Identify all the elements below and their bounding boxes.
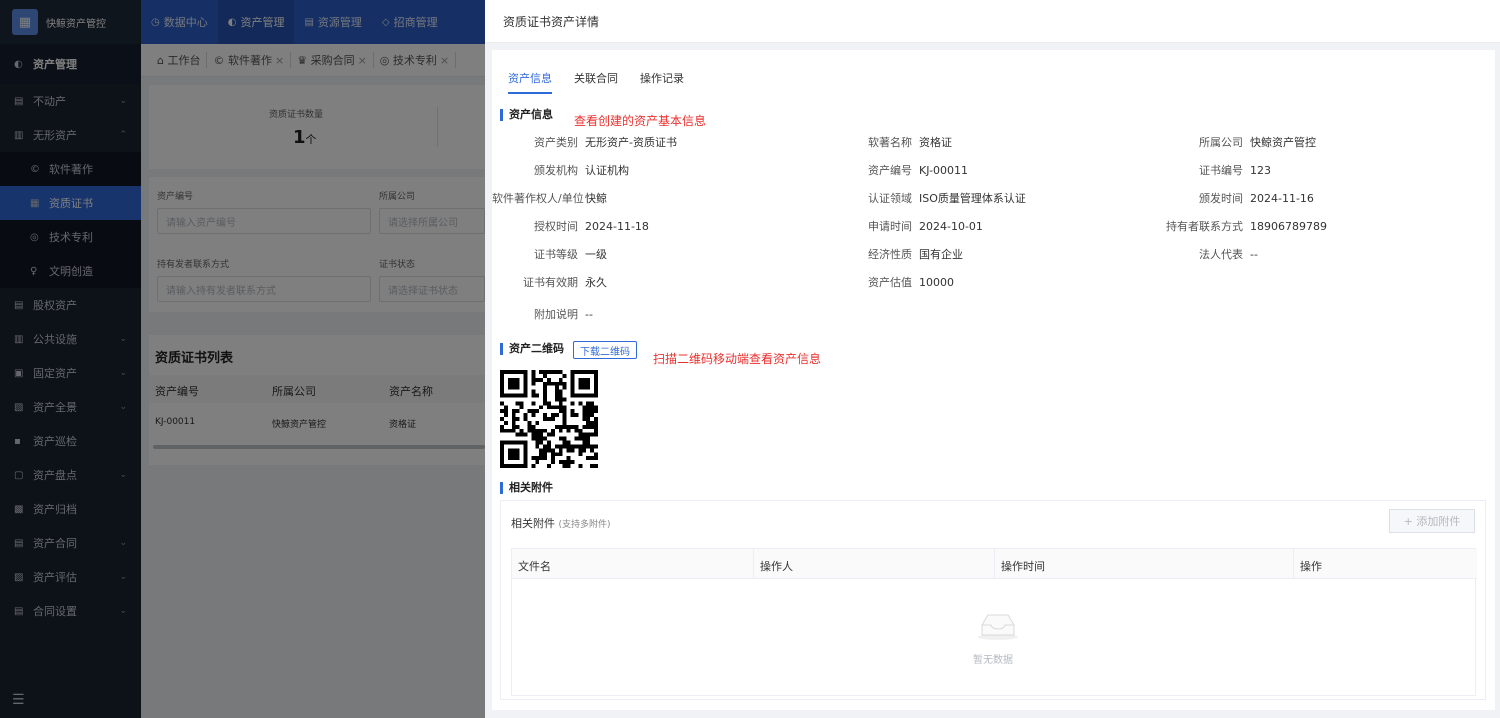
info-field: 资产类别 无形资产-资质证书 [492,134,677,150]
info-annotation: 查看创建的资产基本信息 [574,114,707,128]
info-field: 所属公司 快鲸资产管控 [1150,134,1316,150]
empty-text: 暂无数据 [973,655,1013,666]
info-field: 软件著作权人/单位快鲸 [492,190,607,206]
field-label: 资产估值 [868,276,912,289]
field-label: 颁发时间 [1199,192,1243,205]
attachments-header: 相关附件 (支持多附件) [511,515,611,531]
info-field: 颁发机构 认证机构 [492,162,629,178]
field-value: 18906789789 [1250,220,1327,233]
add-attachment-button[interactable]: + 添加附件 [1389,509,1475,533]
field-value: -- [1250,248,1258,261]
field-label: 所属公司 [1199,136,1243,149]
empty-inbox-icon [978,614,1018,640]
attachments-label: 相关附件 [511,517,555,530]
field-value: 2024-10-01 [919,220,983,233]
field-value: ISO质量管理体系认证 [919,192,1026,205]
drawer-title: 资质证书资产详情 [485,0,1500,43]
info-field: 认证领域 ISO质量管理体系认证 [834,190,1026,206]
info-field: 持有者联系方式 18906789789 [1150,218,1327,234]
download-qr-button[interactable]: 下载二维码 [573,341,637,359]
field-label: 软件著作权人/单位 [492,192,584,205]
column-header: 操作时间 [1001,560,1045,573]
field-label: 证书编号 [1199,164,1243,177]
info-field: 证书有效期 永久 [492,274,607,290]
field-label: 授权时间 [534,220,578,233]
field-value: 2024-11-18 [585,220,649,233]
field-value: 快鲸 [585,192,607,205]
info-field: 软著名称 资格证 [834,134,952,150]
info-field: 资产编号 KJ-00011 [834,162,968,178]
attachments-hint: (支持多附件) [558,520,611,530]
detail-tabs: 资产信息 关联合同 操作记录 [508,70,706,94]
field-value: -- [585,308,593,321]
qr-code [500,370,598,468]
field-label: 持有者联系方式 [1166,220,1243,233]
tab-operation-log[interactable]: 操作记录 [640,70,684,94]
field-value: 2024-11-16 [1250,192,1314,205]
detail-drawer: 资质证书资产详情 资产信息 关联合同 操作记录 资产信息 查看创建的资产基本信息… [485,0,1500,718]
column-header: 操作人 [760,560,793,573]
field-value: 认证机构 [585,164,629,177]
tab-asset-info[interactable]: 资产信息 [508,70,552,94]
field-label: 证书等级 [534,248,578,261]
section-title-qr: 资产二维码 [500,343,564,355]
field-label: 资产类别 [534,136,578,149]
info-field: 法人代表 -- [1150,246,1258,262]
modal-overlay[interactable] [0,0,485,718]
section-title-attachments: 相关附件 [500,482,553,494]
field-value: KJ-00011 [919,164,969,177]
qr-annotation: 扫描二维码移动端查看资产信息 [653,352,822,366]
info-field: 颁发时间 2024-11-16 [1150,190,1314,206]
field-label: 认证领域 [868,192,912,205]
info-field: 经济性质 国有企业 [834,246,963,262]
column-divider [1293,549,1294,579]
info-field: 申请时间 2024-10-01 [834,218,983,234]
field-value: 永久 [585,276,607,289]
field-label: 申请时间 [868,220,912,233]
field-value: 10000 [919,276,954,289]
field-label: 资产编号 [868,164,912,177]
column-header: 文件名 [518,560,551,573]
attachments-panel: 相关附件 (支持多附件) + 添加附件 文件名 操作人 操作时间 操作 暂无数据 [500,500,1486,700]
info-field: 附加说明 -- [492,306,593,322]
field-label: 软著名称 [868,136,912,149]
field-label: 附加说明 [534,308,578,321]
field-label: 法人代表 [1199,248,1243,261]
field-value: 快鲸资产管控 [1250,136,1316,149]
info-field: 证书等级 一级 [492,246,607,262]
field-value: 一级 [585,248,607,261]
tab-related-contracts[interactable]: 关联合同 [574,70,618,94]
column-header: 操作 [1300,560,1322,573]
column-divider [994,549,995,579]
field-value: 无形资产-资质证书 [585,136,677,149]
field-label: 颁发机构 [534,164,578,177]
info-field: 证书编号 123 [1150,162,1271,178]
column-divider [753,549,754,579]
attachments-table: 文件名 操作人 操作时间 操作 暂无数据 [511,548,1477,696]
field-value: 资格证 [919,136,952,149]
field-label: 经济性质 [868,248,912,261]
info-field: 授权时间 2024-11-18 [492,218,649,234]
field-label: 证书有效期 [523,276,578,289]
field-value: 国有企业 [919,248,963,261]
section-title-asset-info: 资产信息 [500,109,553,121]
field-value: 123 [1250,164,1271,177]
info-field: 资产估值 10000 [834,274,954,290]
drawer-body: 资产信息 关联合同 操作记录 资产信息 查看创建的资产基本信息 资产类别 无形资产… [492,50,1495,710]
table-header: 文件名 操作人 操作时间 操作 [512,549,1477,579]
